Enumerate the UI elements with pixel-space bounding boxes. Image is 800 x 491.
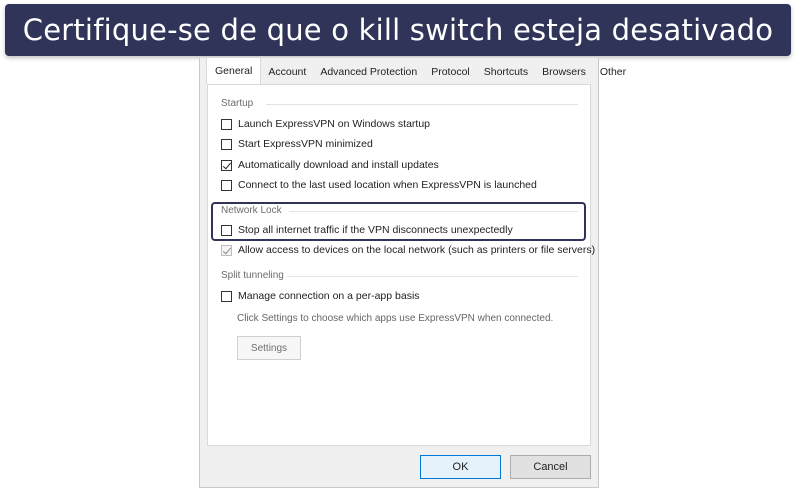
settings-dialog: General Account Advanced Protection Prot… (199, 57, 626, 488)
option-label: Manage connection on a per-app basis (238, 290, 420, 302)
option-launch-on-startup[interactable]: Launch ExpressVPN on Windows startup (221, 118, 430, 130)
general-settings-panel: Startup Launch ExpressVPN on Windows sta… (207, 84, 595, 446)
tab-general[interactable]: General (206, 57, 262, 84)
option-allow-lan[interactable]: Allow access to devices on the local net… (221, 244, 595, 256)
tab-advanced-protection[interactable]: Advanced Protection (313, 60, 424, 84)
option-label: Connect to the last used location when E… (238, 179, 537, 191)
split-tunneling-settings-button[interactable]: Settings (237, 336, 301, 360)
startup-divider (266, 104, 578, 105)
option-label: Stop all internet traffic if the VPN dis… (238, 224, 513, 236)
start-minimized-checkbox[interactable] (221, 138, 232, 150)
option-label: Allow access to devices on the local net… (238, 244, 596, 256)
network-lock-section-title: Network Lock (221, 205, 282, 216)
split-tunneling-section-title: Split tunneling (221, 270, 284, 281)
tab-bar: General Account Advanced Protection Prot… (200, 57, 626, 84)
network-lock-divider (289, 211, 578, 212)
startup-section-title: Startup (221, 98, 254, 109)
option-label: Automatically download and install updat… (238, 159, 439, 171)
auto-update-checkbox[interactable] (221, 159, 232, 171)
option-kill-switch[interactable]: Stop all internet traffic if the VPN dis… (221, 224, 513, 236)
split-tunneling-hint: Click Settings to choose which apps use … (237, 313, 554, 324)
tab-account[interactable]: Account (261, 60, 313, 84)
tab-browsers[interactable]: Browsers (535, 60, 593, 84)
split-tunneling-divider (287, 276, 578, 277)
allow-lan-checkbox[interactable] (221, 244, 232, 256)
option-connect-last-location[interactable]: Connect to the last used location when E… (221, 179, 537, 191)
option-label: Start ExpressVPN minimized (238, 138, 373, 150)
tab-protocol[interactable]: Protocol (424, 60, 477, 84)
option-label: Launch ExpressVPN on Windows startup (238, 118, 431, 130)
cancel-button[interactable]: Cancel (510, 455, 591, 479)
option-start-minimized[interactable]: Start ExpressVPN minimized (221, 138, 373, 150)
connect-last-location-checkbox[interactable] (221, 179, 232, 191)
ok-button[interactable]: OK (420, 455, 501, 479)
kill-switch-checkbox[interactable] (221, 224, 232, 236)
option-per-app[interactable]: Manage connection on a per-app basis (221, 290, 420, 302)
launch-on-startup-checkbox[interactable] (221, 118, 232, 130)
tab-shortcuts[interactable]: Shortcuts (477, 60, 535, 84)
option-auto-update[interactable]: Automatically download and install updat… (221, 159, 439, 171)
per-app-checkbox[interactable] (221, 290, 232, 302)
banner-text: Certifique-se de que o kill switch estej… (22, 13, 774, 47)
tab-other[interactable]: Other (593, 60, 633, 84)
title-banner: Certifique-se de que o kill switch estej… (5, 4, 791, 56)
